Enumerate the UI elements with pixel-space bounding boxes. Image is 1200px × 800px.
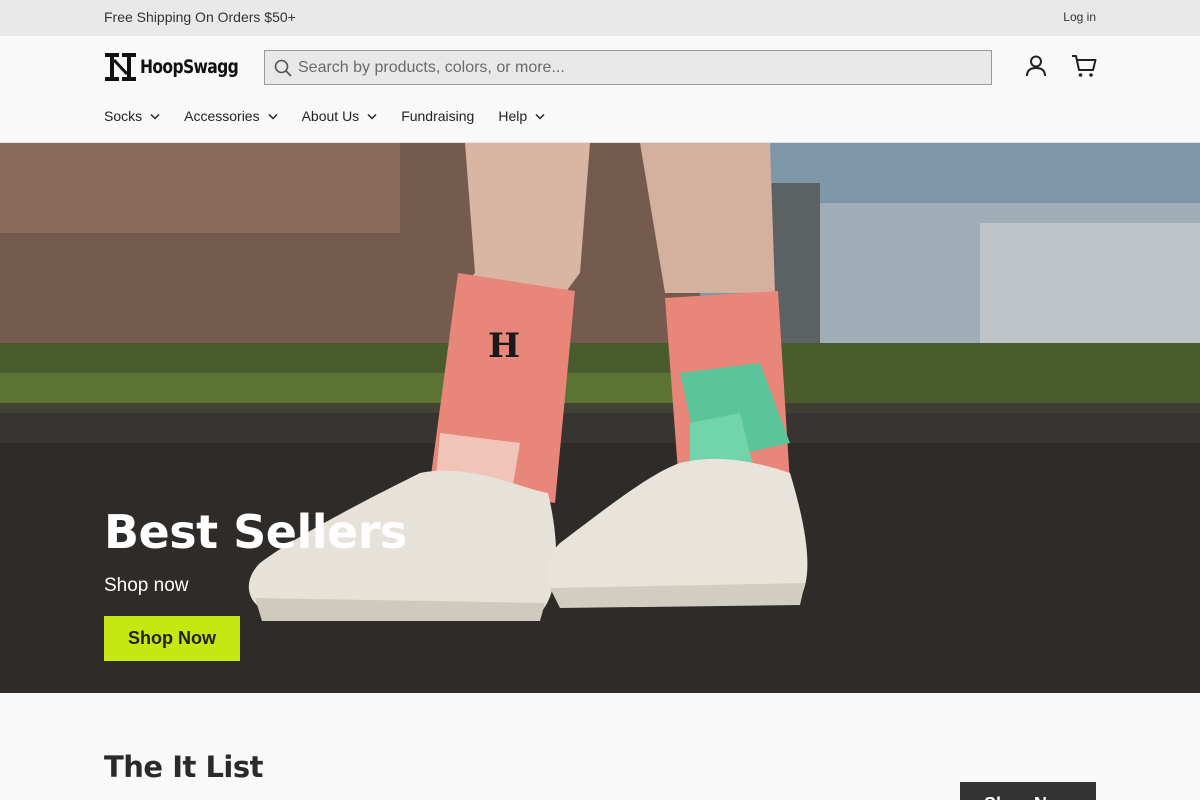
hero-title: Best Sellers <box>104 505 407 559</box>
search-bar <box>264 50 992 85</box>
hero-image: H <box>0 143 1200 693</box>
free-shipping-text: Free Shipping On Orders $50+ <box>104 9 296 25</box>
logo-mark-icon <box>105 53 136 81</box>
hero-subtitle: Shop now <box>104 575 189 596</box>
nav-item-label: Socks <box>104 108 143 124</box>
it-list-title: The It List <box>104 750 263 784</box>
announcement-bar: Free Shipping On Orders $50+ Log in <box>0 0 1200 36</box>
search-input[interactable] <box>298 58 978 77</box>
chevron-down-icon <box>268 113 278 120</box>
svg-text:H: H <box>488 326 520 366</box>
logo-text: HoopSwagg <box>140 56 239 78</box>
nav-item-socks[interactable]: Socks <box>104 108 160 124</box>
chevron-down-icon <box>367 113 377 120</box>
nav-item-label: Accessories <box>184 108 260 124</box>
chevron-down-icon <box>150 113 160 120</box>
chevron-down-icon <box>535 113 545 120</box>
it-list-shop-now-button[interactable]: Shop Now <box>960 782 1096 800</box>
account-icon[interactable] <box>1023 53 1049 79</box>
hero-banner: H Best Sellers Shop now Shop Now <box>0 143 1200 693</box>
cart-icon[interactable] <box>1071 53 1097 79</box>
logo[interactable]: HoopSwagg <box>104 51 260 83</box>
nav-item-help[interactable]: Help <box>498 108 545 124</box>
nav-item-fundraising[interactable]: Fundraising <box>401 108 474 124</box>
nav-item-accessories[interactable]: Accessories <box>184 108 278 124</box>
site-header: HoopSwagg Socks Accessories About Us Fu <box>0 36 1200 143</box>
hero-shop-now-button[interactable]: Shop Now <box>104 616 240 661</box>
nav-item-label: Fundraising <box>401 108 475 124</box>
main-nav: Socks Accessories About Us Fundraising H… <box>104 106 569 126</box>
nav-item-label: Help <box>498 108 528 124</box>
nav-item-label: About Us <box>301 108 360 124</box>
nav-item-about-us[interactable]: About Us <box>302 108 378 124</box>
search-icon[interactable] <box>274 59 292 77</box>
login-link[interactable]: Log in <box>1063 10 1096 24</box>
